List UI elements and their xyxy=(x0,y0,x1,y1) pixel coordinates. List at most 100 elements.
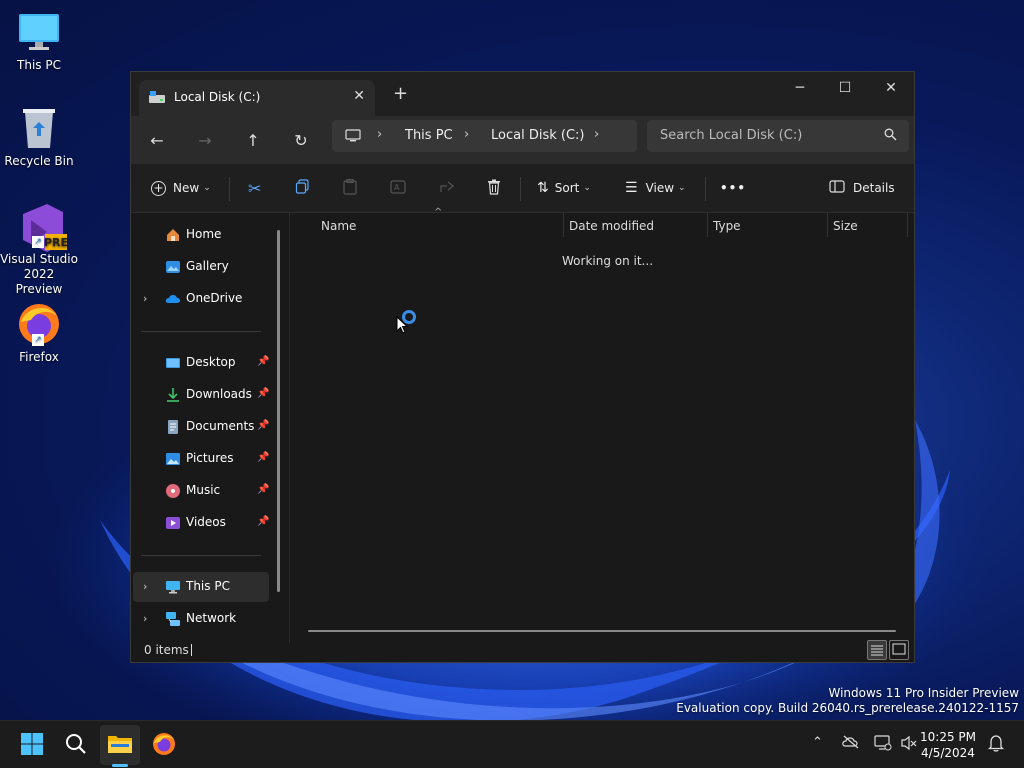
breadcrumb-local-disk[interactable]: Local Disk (C:) xyxy=(491,128,584,143)
tiles-view-icon xyxy=(890,643,908,662)
chevron-right-icon[interactable]: › xyxy=(143,580,147,593)
close-button[interactable]: ✕ xyxy=(868,72,914,104)
column-size[interactable]: Size xyxy=(833,219,858,233)
visual-studio-icon: PRE ↗ xyxy=(17,204,68,252)
trash-icon xyxy=(487,179,501,198)
column-divider[interactable] xyxy=(907,213,908,237)
desktop-icon-this-pc[interactable]: This PC xyxy=(0,10,78,73)
command-bar: + New ⌄ ✂ A ⇅ Sort ⌄ ☰ View ⌄ ••• Detail… xyxy=(131,164,914,213)
forward-button[interactable]: → xyxy=(191,126,219,154)
search-taskbar-button[interactable] xyxy=(56,725,96,765)
taskbar: ⌃ 10:25 PM 4/5/2024 xyxy=(0,720,1024,768)
rename-button[interactable]: A xyxy=(390,176,406,200)
desktop-icon-label: Recycle Bin xyxy=(4,154,74,168)
refresh-button[interactable]: ↻ xyxy=(287,126,315,154)
divider xyxy=(229,177,230,201)
column-divider[interactable] xyxy=(707,213,708,237)
chevron-right-icon[interactable]: › xyxy=(143,612,147,625)
chevron-up-icon: ⌃ xyxy=(812,735,823,750)
share-icon xyxy=(439,180,455,197)
desktop-icon-label: Firefox xyxy=(19,350,59,364)
loading-message: Working on it... xyxy=(562,254,654,268)
search-box[interactable]: Search Local Disk (C:) xyxy=(647,120,909,152)
volume-muted-icon[interactable] xyxy=(900,735,918,755)
network-tray-icon[interactable] xyxy=(874,735,892,755)
column-type[interactable]: Type xyxy=(713,219,741,233)
sidebar-item-pictures[interactable]: Pictures 📌 xyxy=(133,444,269,474)
show-hidden-icons-button[interactable]: ⌃ xyxy=(812,735,823,750)
sidebar-item-onedrive[interactable]: › OneDrive xyxy=(133,284,269,314)
sidebar-item-videos[interactable]: Videos 📌 xyxy=(133,508,269,538)
arrow-right-icon: → xyxy=(198,130,212,150)
title-bar: Local Disk (C:) ✕ + ─ ☐ ✕ xyxy=(131,72,914,116)
chevron-right-icon[interactable]: › xyxy=(143,292,147,305)
delete-button[interactable] xyxy=(487,176,501,200)
status-bar: 0 items xyxy=(131,640,914,664)
clipboard-icon xyxy=(343,178,357,198)
new-tab-button[interactable]: + xyxy=(393,84,408,104)
sidebar-item-gallery[interactable]: Gallery xyxy=(133,252,269,282)
start-button[interactable] xyxy=(12,725,52,765)
copy-button[interactable] xyxy=(295,176,310,200)
cut-button[interactable]: ✂ xyxy=(248,176,261,200)
back-button[interactable]: ← xyxy=(143,126,171,154)
sort-label: Sort xyxy=(554,181,580,195)
recycle-bin-icon xyxy=(17,106,61,150)
firefox-icon: ↗ xyxy=(17,302,61,346)
desktop-icon-visual-studio[interactable]: PRE ↗ Visual Studio 2022 Preview xyxy=(0,204,78,297)
file-explorer-taskbar-button[interactable] xyxy=(100,725,140,765)
sidebar-item-desktop[interactable]: Desktop 📌 xyxy=(133,348,269,378)
view-button[interactable]: ☰ View ⌄ xyxy=(625,176,686,200)
monitor-icon xyxy=(17,10,61,54)
sidebar-item-label: OneDrive xyxy=(186,291,243,305)
column-name[interactable]: Name xyxy=(321,219,356,233)
large-icons-view-button[interactable] xyxy=(889,640,909,660)
desktop-icon-recycle-bin[interactable]: Recycle Bin xyxy=(0,106,78,169)
tab-close-button[interactable]: ✕ xyxy=(353,88,365,104)
sidebar-item-downloads[interactable]: Downloads 📌 xyxy=(133,380,269,410)
firefox-taskbar-button[interactable] xyxy=(144,725,184,765)
sidebar-item-this-pc[interactable]: › This PC xyxy=(133,572,269,602)
search-placeholder: Search Local Disk (C:) xyxy=(660,128,803,143)
drive-icon xyxy=(148,90,166,104)
onedrive-tray-icon[interactable] xyxy=(842,735,860,753)
search-icon xyxy=(65,733,87,758)
desktop-icon-label: This PC xyxy=(17,58,61,72)
sort-button[interactable]: ⇅ Sort ⌄ xyxy=(537,176,591,200)
computer-icon xyxy=(345,129,361,146)
details-view-button[interactable] xyxy=(867,640,887,660)
windows-watermark: Windows 11 Pro Insider Preview Evaluatio… xyxy=(676,686,1019,716)
divider xyxy=(705,177,706,201)
sidebar-scrollbar[interactable] xyxy=(277,230,280,592)
minimize-button[interactable]: ─ xyxy=(777,72,823,104)
breadcrumb-this-pc[interactable]: This PC xyxy=(405,128,453,143)
share-button[interactable] xyxy=(439,176,455,200)
up-button[interactable]: ↑ xyxy=(239,126,267,154)
tab-local-disk[interactable]: Local Disk (C:) ✕ xyxy=(139,80,375,116)
more-options-button[interactable]: ••• xyxy=(720,176,746,200)
paste-button[interactable] xyxy=(343,176,357,200)
windows-logo-icon xyxy=(20,732,44,759)
column-divider[interactable] xyxy=(563,213,564,237)
pictures-icon xyxy=(165,451,181,467)
maximize-button[interactable]: ☐ xyxy=(822,72,868,104)
column-divider[interactable] xyxy=(827,213,828,237)
tab-title: Local Disk (C:) xyxy=(174,90,261,104)
details-pane-button[interactable]: Details xyxy=(829,176,895,200)
network-icon xyxy=(165,611,181,627)
clock-date: 4/5/2024 xyxy=(921,746,975,760)
sidebar-item-documents[interactable]: Documents 📌 xyxy=(133,412,269,442)
taskbar-clock[interactable]: 10:25 PM 4/5/2024 xyxy=(920,729,976,761)
address-bar[interactable]: › This PC › Local Disk (C:) › xyxy=(332,120,637,152)
sidebar-item-music[interactable]: Music 📌 xyxy=(133,476,269,506)
sidebar-item-label: Network xyxy=(186,611,237,625)
horizontal-scrollbar[interactable] xyxy=(308,630,896,632)
desktop-folder-icon xyxy=(165,355,181,371)
column-date-modified[interactable]: Date modified xyxy=(569,219,654,233)
sidebar-item-label: Pictures xyxy=(186,451,234,465)
sidebar-item-network[interactable]: › Network xyxy=(133,604,269,634)
sidebar-item-home[interactable]: Home xyxy=(133,220,269,250)
desktop-icon-firefox[interactable]: ↗ Firefox xyxy=(0,302,78,365)
new-button[interactable]: + New ⌄ xyxy=(151,176,211,200)
notifications-button[interactable] xyxy=(987,734,1005,756)
